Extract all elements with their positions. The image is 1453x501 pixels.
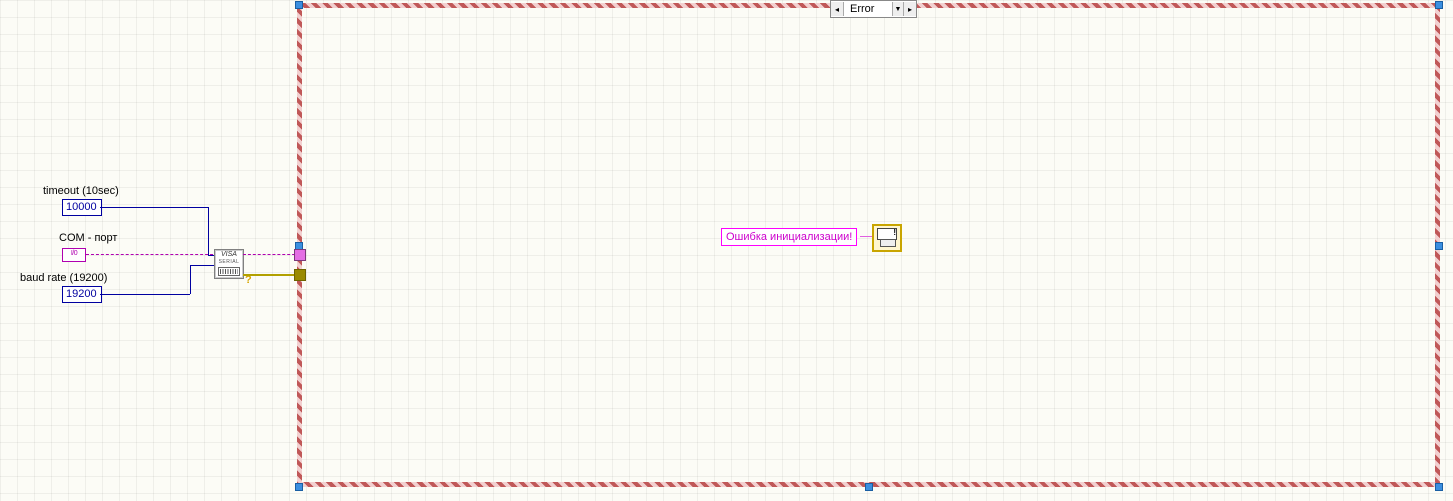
case-structure[interactable] xyxy=(297,3,1440,487)
wire-visa-resource xyxy=(86,254,218,255)
case-tunnel-resource[interactable] xyxy=(294,249,306,261)
wire-error-string xyxy=(860,236,872,237)
visa-node-subtitle: SERIAL xyxy=(216,259,242,265)
visa-node-connector-icon xyxy=(218,267,240,276)
resize-handle[interactable] xyxy=(1435,242,1443,250)
wire-baud-v1 xyxy=(190,265,191,294)
error-message-string-constant[interactable]: Ошибка инициализации! xyxy=(721,228,857,246)
case-dropdown-icon[interactable]: ▼ xyxy=(892,2,903,16)
resize-handle[interactable] xyxy=(295,1,303,9)
wire-error-out xyxy=(243,274,300,276)
resize-handle[interactable] xyxy=(1435,483,1443,491)
case-selector-label[interactable]: Error xyxy=(844,2,892,16)
dialog-exclamation-icon: ! xyxy=(893,228,896,237)
resize-handle[interactable] xyxy=(865,483,873,491)
visa-node-title: VISA xyxy=(216,251,242,259)
one-button-dialog-node[interactable]: ! xyxy=(872,224,902,252)
timeout-constant[interactable]: 10000 xyxy=(62,199,102,216)
baud-rate-label: baud rate (19200) xyxy=(20,272,107,284)
wire-timeout-v1 xyxy=(208,207,209,255)
resize-handle[interactable] xyxy=(1435,1,1443,9)
resize-handle[interactable] xyxy=(295,483,303,491)
visa-configure-serial-node[interactable]: VISA SERIAL xyxy=(214,249,244,279)
wire-timeout-h1 xyxy=(100,207,208,208)
timeout-label: timeout (10sec) xyxy=(43,185,119,197)
case-prev-arrow-icon[interactable]: ◂ xyxy=(831,2,844,16)
baud-rate-constant[interactable]: 19200 xyxy=(62,286,102,303)
wire-visa-out-resource xyxy=(243,254,300,255)
case-next-arrow-icon[interactable]: ▸ xyxy=(903,2,916,16)
case-tunnel-error[interactable] xyxy=(294,269,306,281)
case-selector: ◂ Error ▼ ▸ xyxy=(830,0,917,18)
wire-baud-h1 xyxy=(100,294,190,295)
com-port-label: COM - порт xyxy=(59,232,117,244)
visa-resource-terminal[interactable]: I/0 xyxy=(62,248,86,262)
